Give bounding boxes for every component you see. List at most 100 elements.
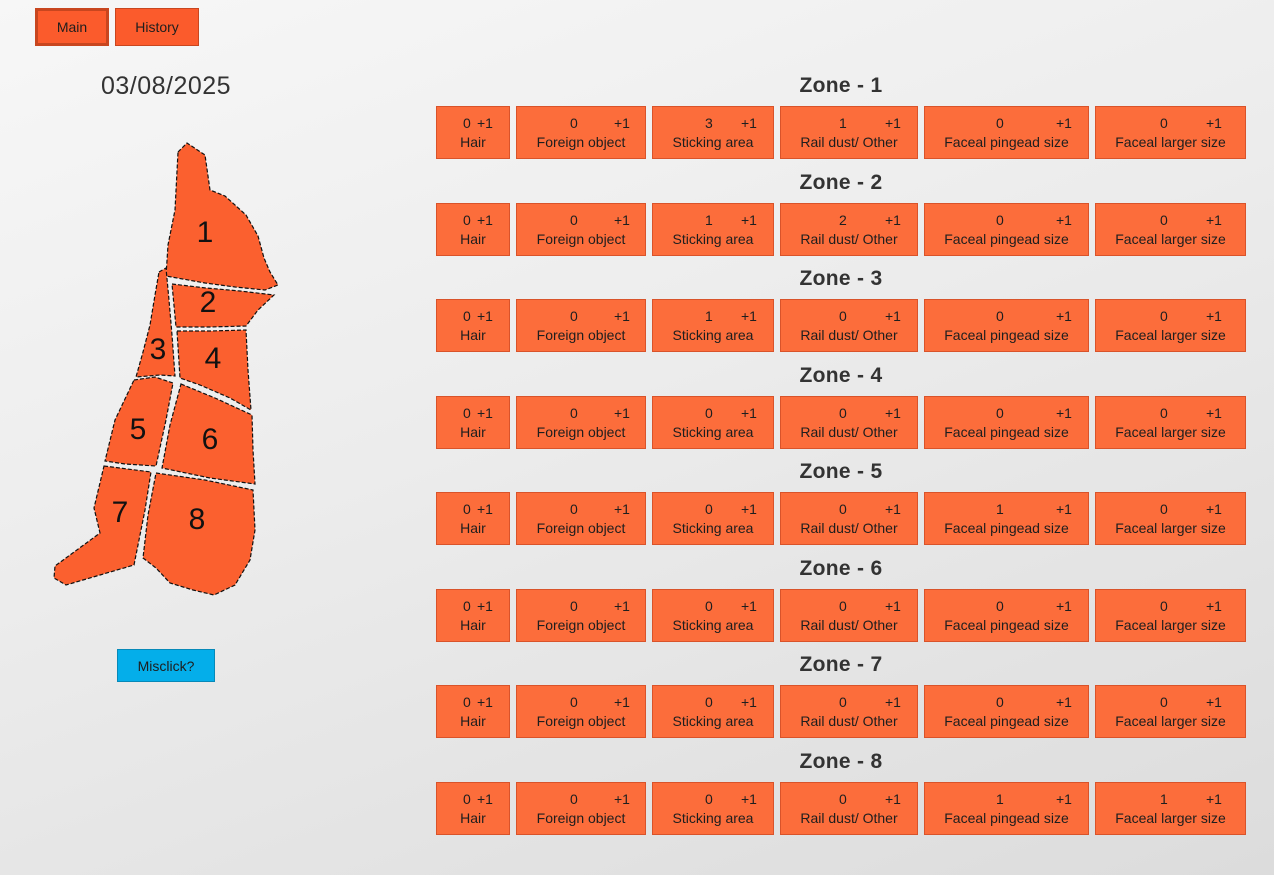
- increment-button[interactable]: +1: [614, 598, 630, 614]
- increment-button[interactable]: +1: [1056, 694, 1072, 710]
- defect-card-faceal-pingead-size[interactable]: 0 +1 Faceal pingead size: [924, 299, 1089, 352]
- defect-card-foreign-object[interactable]: 0 +1 Foreign object: [516, 685, 646, 738]
- map-zone-8[interactable]: 8: [142, 472, 256, 596]
- defect-card-faceal-pingead-size[interactable]: 1 +1 Faceal pingead size: [924, 781, 1089, 835]
- map-zone-1[interactable]: 1: [165, 142, 279, 291]
- increment-button[interactable]: +1: [741, 115, 757, 131]
- increment-button[interactable]: +1: [741, 501, 757, 517]
- defect-card-foreign-object[interactable]: 0 +1 Foreign object: [516, 492, 646, 545]
- defect-card-faceal-larger-size[interactable]: 0 +1 Faceal larger size: [1095, 588, 1246, 642]
- map-zone-7[interactable]: 7: [53, 465, 152, 586]
- defect-card-foreign-object[interactable]: 0 +1 Foreign object: [516, 202, 646, 256]
- defect-card-hair[interactable]: 0 +1 Hair: [436, 202, 510, 256]
- defect-card-rail-dust-other[interactable]: 0 +1 Rail dust/ Other: [780, 395, 918, 449]
- defect-card-hair[interactable]: 0 +1 Hair: [436, 299, 510, 352]
- defect-card-faceal-larger-size[interactable]: 0 +1 Faceal larger size: [1095, 395, 1246, 449]
- defect-card-faceal-pingead-size[interactable]: 0 +1 Faceal pingead size: [924, 685, 1089, 738]
- defect-card-foreign-object[interactable]: 0 +1 Foreign object: [516, 395, 646, 449]
- defect-card-foreign-object[interactable]: 0 +1 Foreign object: [516, 588, 646, 642]
- defect-card-sticking-area[interactable]: 0 +1 Sticking area: [652, 685, 774, 738]
- defect-card-sticking-area[interactable]: 1 +1 Sticking area: [652, 202, 774, 256]
- increment-button[interactable]: +1: [741, 405, 757, 421]
- defect-card-hair[interactable]: 0 +1 Hair: [436, 781, 510, 835]
- defect-card-hair[interactable]: 0 +1 Hair: [436, 685, 510, 738]
- defect-card-sticking-area[interactable]: 1 +1 Sticking area: [652, 299, 774, 352]
- defect-card-hair[interactable]: 0 +1 Hair: [436, 588, 510, 642]
- defect-card-faceal-pingead-size[interactable]: 0 +1 Faceal pingead size: [924, 588, 1089, 642]
- defect-card-rail-dust-other[interactable]: 0 +1 Rail dust/ Other: [780, 685, 918, 738]
- defect-card-faceal-pingead-size[interactable]: 0 +1 Faceal pingead size: [924, 395, 1089, 449]
- increment-button[interactable]: +1: [614, 791, 630, 807]
- increment-button[interactable]: +1: [1206, 115, 1222, 131]
- misclick-button[interactable]: Misclick?: [117, 649, 215, 682]
- defect-card-rail-dust-other[interactable]: 0 +1 Rail dust/ Other: [780, 588, 918, 642]
- increment-button[interactable]: +1: [885, 694, 901, 710]
- map-zone-2[interactable]: 2: [171, 283, 276, 328]
- increment-button[interactable]: +1: [614, 694, 630, 710]
- increment-button[interactable]: +1: [1056, 598, 1072, 614]
- increment-button[interactable]: +1: [1056, 212, 1072, 228]
- increment-button[interactable]: +1: [1056, 791, 1072, 807]
- defect-card-rail-dust-other[interactable]: 0 +1 Rail dust/ Other: [780, 492, 918, 545]
- increment-button[interactable]: +1: [741, 212, 757, 228]
- increment-button[interactable]: +1: [614, 308, 630, 324]
- increment-button[interactable]: +1: [477, 598, 493, 614]
- defect-card-rail-dust-other[interactable]: 1 +1 Rail dust/ Other: [780, 106, 918, 159]
- increment-button[interactable]: +1: [477, 791, 493, 807]
- increment-button[interactable]: +1: [741, 694, 757, 710]
- defect-card-faceal-larger-size[interactable]: 1 +1 Faceal larger size: [1095, 781, 1246, 835]
- increment-button[interactable]: +1: [477, 308, 493, 324]
- increment-button[interactable]: +1: [477, 212, 493, 228]
- increment-button[interactable]: +1: [885, 598, 901, 614]
- main-tab-button[interactable]: Main: [35, 8, 109, 46]
- defect-card-faceal-pingead-size[interactable]: 1 +1 Faceal pingead size: [924, 492, 1089, 545]
- defect-card-faceal-pingead-size[interactable]: 0 +1 Faceal pingead size: [924, 106, 1089, 159]
- increment-button[interactable]: +1: [614, 115, 630, 131]
- increment-button[interactable]: +1: [1206, 405, 1222, 421]
- defect-card-rail-dust-other[interactable]: 0 +1 Rail dust/ Other: [780, 299, 918, 352]
- defect-card-rail-dust-other[interactable]: 0 +1 Rail dust/ Other: [780, 781, 918, 835]
- map-zone-5[interactable]: 5: [104, 376, 174, 467]
- increment-button[interactable]: +1: [1056, 501, 1072, 517]
- increment-button[interactable]: +1: [614, 405, 630, 421]
- defect-card-sticking-area[interactable]: 0 +1 Sticking area: [652, 781, 774, 835]
- defect-card-faceal-pingead-size[interactable]: 0 +1 Faceal pingead size: [924, 202, 1089, 256]
- increment-button[interactable]: +1: [614, 501, 630, 517]
- increment-button[interactable]: +1: [477, 694, 493, 710]
- history-tab-button[interactable]: History: [115, 8, 199, 46]
- increment-button[interactable]: +1: [885, 791, 901, 807]
- increment-button[interactable]: +1: [885, 501, 901, 517]
- increment-button[interactable]: +1: [885, 212, 901, 228]
- map-zone-3[interactable]: 3: [135, 267, 176, 378]
- defect-card-hair[interactable]: 0 +1 Hair: [436, 492, 510, 545]
- defect-card-foreign-object[interactable]: 0 +1 Foreign object: [516, 106, 646, 159]
- defect-card-hair[interactable]: 0 +1 Hair: [436, 106, 510, 159]
- increment-button[interactable]: +1: [1056, 115, 1072, 131]
- defect-card-faceal-larger-size[interactable]: 0 +1 Faceal larger size: [1095, 299, 1246, 352]
- increment-button[interactable]: +1: [477, 405, 493, 421]
- increment-button[interactable]: +1: [741, 791, 757, 807]
- defect-card-faceal-larger-size[interactable]: 0 +1 Faceal larger size: [1095, 106, 1246, 159]
- increment-button[interactable]: +1: [1056, 405, 1072, 421]
- increment-button[interactable]: +1: [885, 115, 901, 131]
- increment-button[interactable]: +1: [741, 308, 757, 324]
- defect-card-sticking-area[interactable]: 0 +1 Sticking area: [652, 395, 774, 449]
- defect-card-faceal-larger-size[interactable]: 0 +1 Faceal larger size: [1095, 492, 1246, 545]
- increment-button[interactable]: +1: [1206, 308, 1222, 324]
- increment-button[interactable]: +1: [885, 308, 901, 324]
- increment-button[interactable]: +1: [885, 405, 901, 421]
- defect-card-foreign-object[interactable]: 0 +1 Foreign object: [516, 781, 646, 835]
- defect-card-foreign-object[interactable]: 0 +1 Foreign object: [516, 299, 646, 352]
- defect-card-sticking-area[interactable]: 0 +1 Sticking area: [652, 492, 774, 545]
- defect-card-rail-dust-other[interactable]: 2 +1 Rail dust/ Other: [780, 202, 918, 256]
- increment-button[interactable]: +1: [1056, 308, 1072, 324]
- increment-button[interactable]: +1: [741, 598, 757, 614]
- increment-button[interactable]: +1: [477, 501, 493, 517]
- increment-button[interactable]: +1: [614, 212, 630, 228]
- defect-card-faceal-larger-size[interactable]: 0 +1 Faceal larger size: [1095, 202, 1246, 256]
- defect-card-sticking-area[interactable]: 0 +1 Sticking area: [652, 588, 774, 642]
- increment-button[interactable]: +1: [1206, 212, 1222, 228]
- increment-button[interactable]: +1: [1206, 598, 1222, 614]
- defect-card-faceal-larger-size[interactable]: 0 +1 Faceal larger size: [1095, 685, 1246, 738]
- increment-button[interactable]: +1: [1206, 694, 1222, 710]
